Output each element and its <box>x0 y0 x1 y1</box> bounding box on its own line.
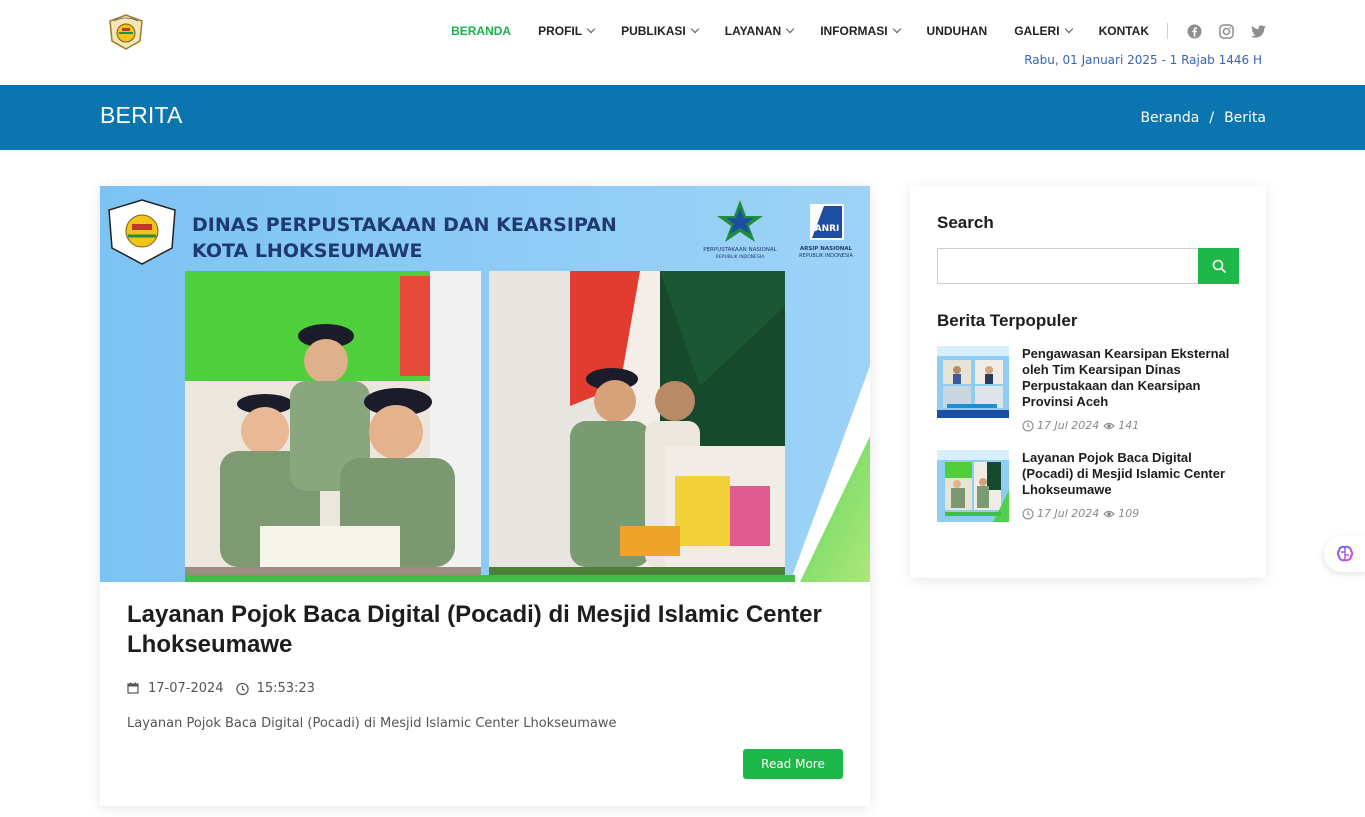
twitter-icon[interactable] <box>1250 23 1266 39</box>
page-title: BERITA <box>100 102 183 128</box>
popular-item[interactable]: Layanan Pojok Baca Digital (Pocadi) di M… <box>937 450 1239 522</box>
anri-label: ARSIP NASIONAL <box>800 246 853 252</box>
read-more-button[interactable]: Read More <box>743 749 843 779</box>
popular-date: 17 Jul 2024 <box>1037 419 1100 432</box>
search-button[interactable] <box>1198 248 1239 284</box>
breadcrumb-current: Berita <box>1224 110 1266 126</box>
chevron-down-icon <box>1064 24 1073 34</box>
popular-views: 109 <box>1118 507 1140 520</box>
clock-icon <box>235 682 249 696</box>
article-hero-image[interactable]: DINAS PERPUSTAKAAN DAN KEARSIPAN KOTA LH… <box>100 186 870 582</box>
eye-icon <box>1103 508 1116 520</box>
popular-meta: 17 Jul 2024 109 <box>1022 507 1239 520</box>
page-title-bar: BERITA Beranda / Berita <box>0 85 1365 150</box>
hero-heading-line1: DINAS PERPUSTAKAAN DAN KEARSIPAN <box>192 214 617 236</box>
article-date: 17-07-2024 <box>148 681 224 696</box>
nav-publikasi[interactable]: PUBLIKASI <box>621 24 699 38</box>
popular-item[interactable]: Pengawasan Kearsipan Eksternal oleh Tim … <box>937 346 1239 432</box>
search-input[interactable] <box>937 248 1199 284</box>
eye-icon <box>1103 420 1116 432</box>
article-time: 15:53:23 <box>256 681 315 696</box>
clock-icon <box>1022 507 1034 520</box>
popular-title[interactable]: Layanan Pojok Baca Digital (Pocadi) di M… <box>1022 450 1239 498</box>
clock-icon <box>1022 419 1034 432</box>
main-nav: BERANDA PROFIL PUBLIKASI LAYANAN INFORMA… <box>451 21 1266 41</box>
popular-title[interactable]: Pengawasan Kearsipan Eksternal oleh Tim … <box>1022 346 1239 410</box>
current-date: Rabu, 01 Januari 2025 - 1 Rajab 1446 H <box>1024 53 1262 67</box>
breadcrumb-home-link[interactable]: Beranda <box>1140 110 1199 126</box>
nav-unduhan[interactable]: UNDUHAN <box>927 24 988 38</box>
search-form <box>937 248 1239 284</box>
popular-thumbnail[interactable] <box>937 346 1009 418</box>
site-logo[interactable] <box>106 13 146 51</box>
breadcrumb: Beranda / Berita <box>1140 110 1266 126</box>
nav-beranda[interactable]: BERANDA <box>451 24 511 38</box>
hero-heading-line2: KOTA LHOKSEUMAWE <box>192 240 423 262</box>
social-links <box>1186 23 1266 39</box>
facebook-icon[interactable] <box>1186 23 1202 39</box>
breadcrumb-separator: / <box>1209 110 1215 126</box>
nav-layanan[interactable]: LAYANAN <box>725 24 795 38</box>
search-icon <box>1212 259 1226 273</box>
perpusnas-label: PERPUSTAKAAN NASIONAL <box>703 247 777 253</box>
popular-meta: 17 Jul 2024 141 <box>1022 419 1239 432</box>
chevron-down-icon <box>586 24 596 34</box>
search-heading: Search <box>937 213 994 232</box>
nav-profil[interactable]: PROFIL <box>538 24 596 38</box>
popular-views: 141 <box>1118 419 1140 432</box>
article-card: DINAS PERPUSTAKAAN DAN KEARSIPAN KOTA LH… <box>100 186 870 806</box>
chevron-down-icon <box>892 24 901 34</box>
calendar-icon <box>127 682 140 695</box>
anri-sublabel: REPUBLIK INDONESIA <box>799 253 853 259</box>
nav-divider <box>1167 23 1168 39</box>
sidebar: Search Berita Terpopuler Pengawasan Kear… <box>910 186 1266 578</box>
instagram-icon[interactable] <box>1218 23 1234 39</box>
nav-galeri[interactable]: GALERI <box>1014 24 1073 38</box>
popular-thumbnail[interactable] <box>937 450 1009 522</box>
brain-icon <box>1336 545 1353 562</box>
chevron-down-icon <box>690 24 699 34</box>
article-title[interactable]: Layanan Pojok Baca Digital (Pocadi) di M… <box>127 600 847 660</box>
article-meta: 17-07-2024 15:53:23 <box>127 681 315 696</box>
article-excerpt: Layanan Pojok Baca Digital (Pocadi) di M… <box>127 716 617 731</box>
perpusnas-sublabel: REPUBLIK INDONESIA <box>716 254 765 260</box>
assistant-widget-button[interactable] <box>1324 536 1365 572</box>
popular-heading: Berita Terpopuler <box>937 311 1078 330</box>
nav-kontak[interactable]: KONTAK <box>1099 24 1149 38</box>
site-header: BERANDA PROFIL PUBLIKASI LAYANAN INFORMA… <box>0 0 1365 85</box>
chevron-down-icon <box>785 24 795 34</box>
anri-mark: ANRI <box>815 224 840 234</box>
popular-date: 17 Jul 2024 <box>1037 507 1100 520</box>
nav-informasi[interactable]: INFORMASI <box>820 24 901 38</box>
